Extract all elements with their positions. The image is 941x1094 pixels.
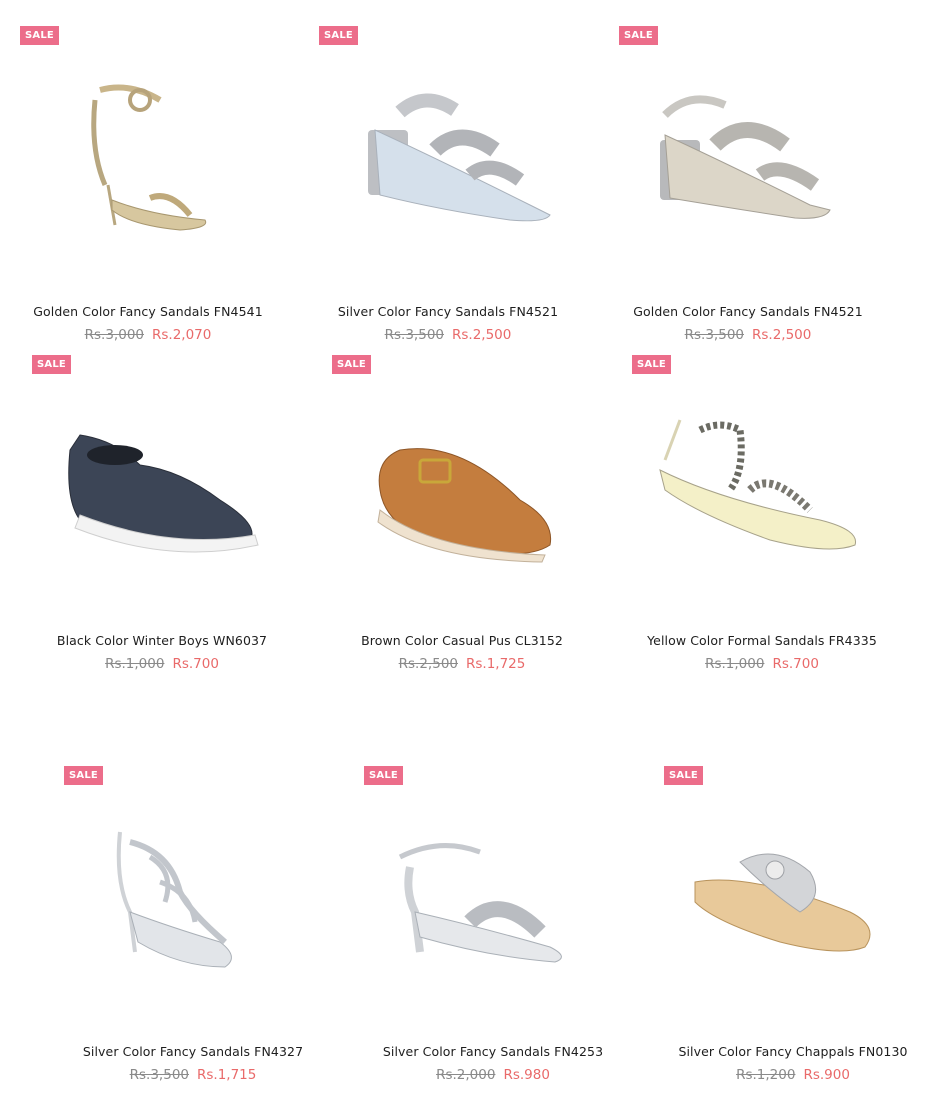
product-card[interactable]: SALE Silver Color Fancy Sandals FN4327 R… [0,752,303,1083]
product-card[interactable]: SALE Yellow Color Formal Sandals FR4335 … [600,340,900,672]
sale-price: Rs.1,715 [197,1067,257,1083]
brown-slide-sandal-image [377,448,552,563]
product-title[interactable]: Brown Color Casual Pus CL3152 [312,633,612,648]
sale-price: Rs.700 [172,656,219,672]
sale-price: Rs.900 [803,1067,850,1083]
price-row: Rs.3,500 Rs.1,715 [43,1067,343,1083]
product-image[interactable] [620,350,880,600]
product-card[interactable]: SALE Black Color Winter Boys WN6037 Rs.1… [0,340,300,672]
product-title[interactable]: Yellow Color Formal Sandals FR4335 [612,633,912,648]
product-image[interactable] [360,762,620,1012]
product-card[interactable]: SALE Silver Color Fancy Sandals FN4521 R… [298,0,600,343]
original-price: Rs.3,500 [129,1067,189,1083]
product-card[interactable]: SALE Brown Color Casual Pus CL3152 Rs.2,… [300,340,600,672]
sale-price: Rs.1,725 [466,656,526,672]
price-row: Rs.2,000 Rs.980 [343,1067,643,1083]
product-title[interactable]: Silver Color Fancy Sandals FN4253 [343,1044,643,1059]
product-card[interactable]: SALE Silver Color Fancy Sandals FN4253 R… [300,752,603,1083]
original-price: Rs.1,000 [705,656,765,672]
silver-heel-sandal-image [398,843,562,963]
product-image[interactable] [20,10,280,260]
silver-flat-chappal-image [694,853,871,952]
sale-price: Rs.980 [503,1067,550,1083]
product-image[interactable] [620,10,880,260]
product-title[interactable]: Golden Color Fancy Sandals FN4521 [598,304,898,319]
original-price: Rs.2,000 [436,1067,496,1083]
product-image[interactable] [320,350,580,600]
sale-price: Rs.700 [772,656,819,672]
original-price: Rs.2,500 [398,656,458,672]
product-image[interactable] [320,10,580,260]
original-price: Rs.1,200 [736,1067,796,1083]
price-row: Rs.1,000 Rs.700 [612,656,912,672]
product-title[interactable]: Silver Color Fancy Chappals FN0130 [643,1044,941,1059]
product-title[interactable]: Black Color Winter Boys WN6037 [12,633,312,648]
product-card[interactable]: SALE Golden Color Fancy Sandals FN4541 R… [0,0,300,343]
black-slip-on-shoe-image [68,434,259,553]
silver-block-heel-sandal-image [368,93,551,222]
price-row: Rs.1,200 Rs.900 [643,1067,941,1083]
product-card[interactable]: SALE Golden Color Fancy Sandals FN4521 R… [598,0,900,343]
product-title[interactable]: Golden Color Fancy Sandals FN4541 [0,304,298,319]
product-image[interactable] [60,762,320,1012]
yellow-flat-sandal-image [659,419,857,550]
product-card[interactable]: SALE Silver Color Fancy Chappals FN0130 … [600,752,907,1083]
product-title[interactable]: Silver Color Fancy Sandals FN4327 [43,1044,343,1059]
golden-heel-sandal-image [91,84,207,231]
product-image[interactable] [20,350,280,600]
product-image[interactable] [660,762,920,1012]
product-title[interactable]: Silver Color Fancy Sandals FN4521 [298,304,598,319]
golden-block-heel-sandal-image [660,95,831,219]
price-row: Rs.1,000 Rs.700 [12,656,312,672]
price-row: Rs.2,500 Rs.1,725 [312,656,612,672]
original-price: Rs.1,000 [105,656,165,672]
silver-cage-heel-image [116,831,232,968]
